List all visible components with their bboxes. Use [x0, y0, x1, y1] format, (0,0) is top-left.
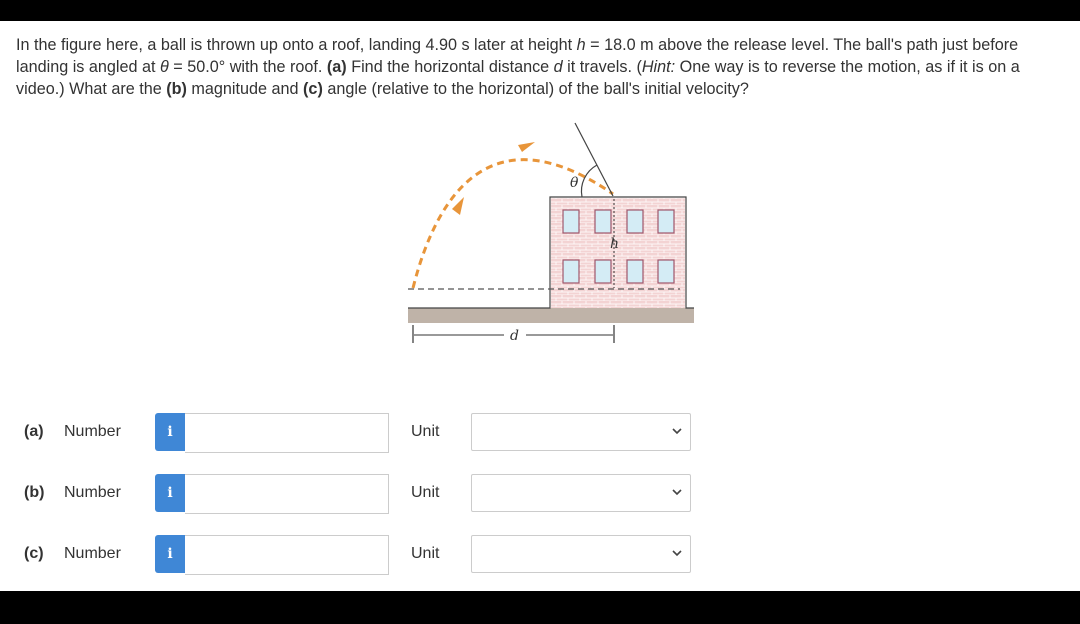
var-d: d [553, 58, 563, 76]
window [594, 259, 612, 284]
projectile-figure: θ h d [408, 122, 694, 344]
unit-label: Unit [411, 484, 440, 501]
info-icon[interactable]: i [155, 413, 185, 451]
h-label: h [610, 236, 619, 252]
part-a-tag: (a) [326, 58, 347, 76]
var-h: h [576, 36, 586, 54]
answer-row-a: (a) Number i Unit [0, 413, 1080, 453]
window [657, 259, 675, 284]
part-label: (b) [24, 484, 45, 501]
roof-tangent-line [574, 122, 614, 197]
unit-select-b[interactable] [471, 474, 691, 512]
part-b-tag: (b) [166, 80, 187, 98]
question-fragment: = 50.0° with the roof. [168, 58, 327, 76]
question-fragment: In the figure here, a ball is thrown up … [16, 36, 577, 54]
unit-select-a[interactable] [471, 413, 691, 451]
part-c-tag: (c) [303, 80, 323, 98]
chevron-down-icon [672, 428, 682, 435]
info-icon[interactable]: i [155, 474, 185, 512]
window [626, 259, 644, 284]
number-input-a[interactable] [185, 413, 389, 453]
path-arrow-icon [518, 142, 535, 152]
window [626, 209, 644, 234]
number-input-b[interactable] [185, 474, 389, 514]
question-page: In the figure here, a ball is thrown up … [0, 21, 1080, 591]
window [657, 209, 675, 234]
question-text: In the figure here, a ball is thrown up … [16, 34, 1071, 100]
part-label: (c) [24, 545, 44, 562]
unit-label: Unit [411, 423, 440, 440]
question-fragment: Find the horizontal distance [346, 58, 554, 76]
number-label: Number [64, 484, 121, 501]
theta-label: θ [570, 175, 579, 191]
d-label: d [510, 328, 519, 344]
window [594, 209, 612, 234]
path-arrow-icon [452, 197, 464, 215]
chevron-down-icon [672, 489, 682, 496]
answer-row-c: (c) Number i Unit [0, 535, 1080, 575]
var-theta: θ [160, 58, 169, 76]
number-label: Number [64, 545, 121, 562]
unit-label: Unit [411, 545, 440, 562]
question-fragment: angle (relative to the horizontal) of th… [322, 80, 749, 98]
answer-row-b: (b) Number i Unit [0, 474, 1080, 514]
window [562, 259, 580, 284]
question-fragment: magnitude and [186, 80, 304, 98]
question-fragment: it travels. ( [562, 58, 642, 76]
unit-select-c[interactable] [471, 535, 691, 573]
ground [408, 308, 694, 323]
number-input-c[interactable] [185, 535, 389, 575]
chevron-down-icon [672, 550, 682, 557]
window [562, 209, 580, 234]
hint-label: Hint: [641, 58, 676, 76]
part-label: (a) [24, 423, 44, 440]
info-icon[interactable]: i [155, 535, 185, 573]
number-label: Number [64, 423, 121, 440]
